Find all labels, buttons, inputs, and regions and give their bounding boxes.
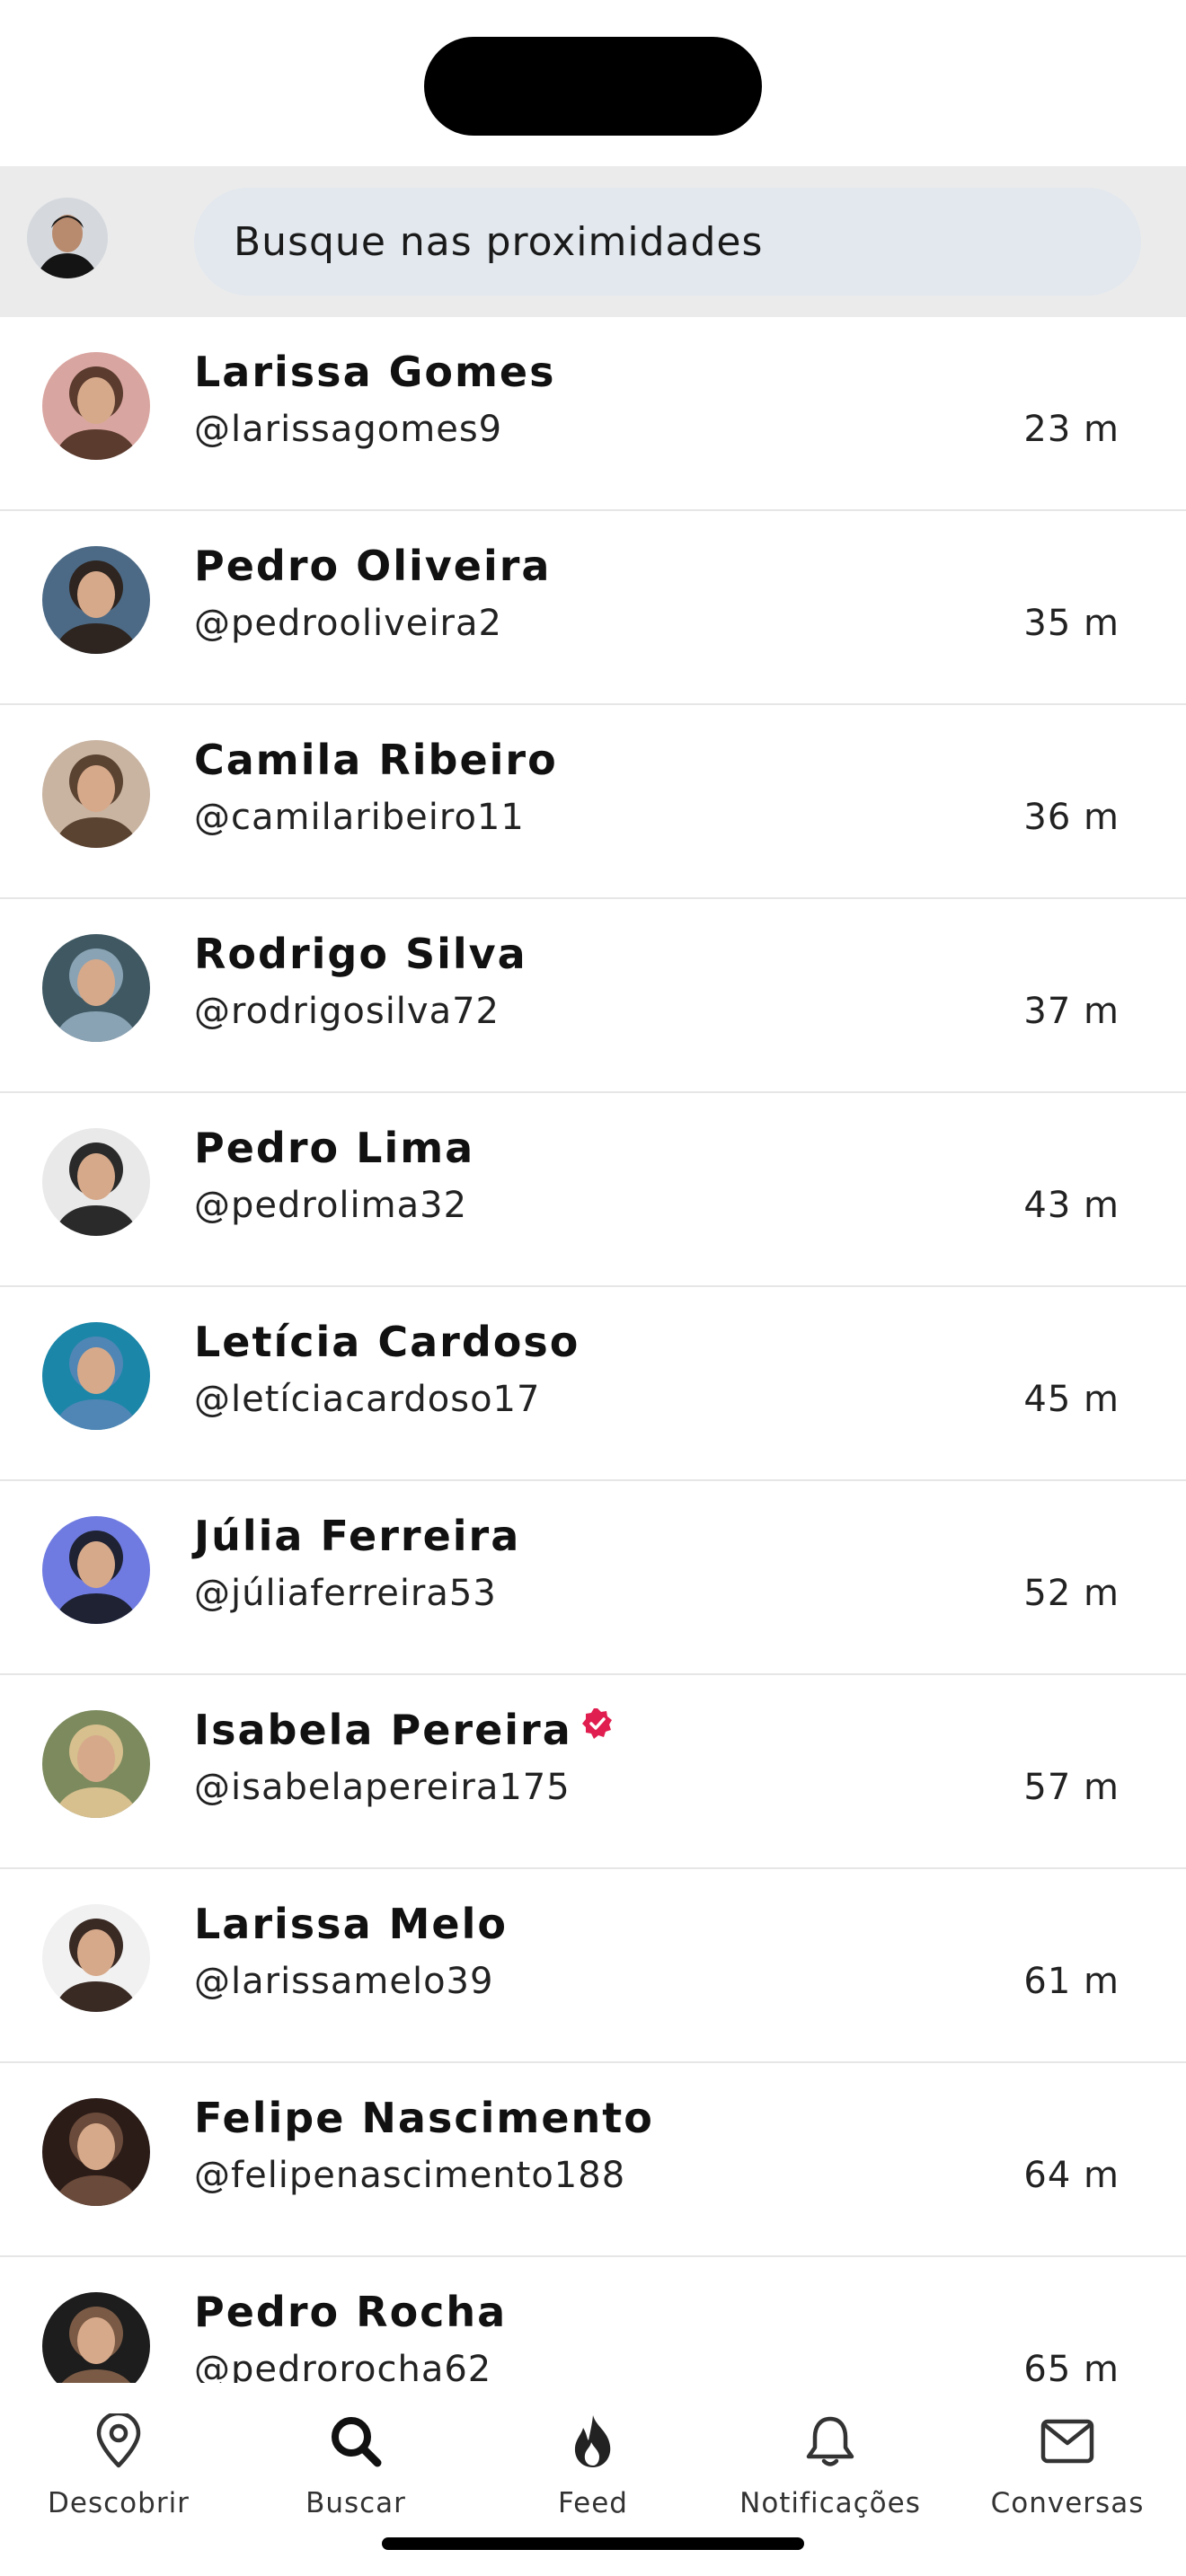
person-row[interactable]: Camila Ribeiro @camilaribeiro11 36 m bbox=[0, 705, 1186, 899]
avatar[interactable] bbox=[42, 934, 150, 1042]
tab-descobrir[interactable]: Descobrir bbox=[0, 2410, 237, 2545]
avatar[interactable] bbox=[42, 1710, 150, 1818]
person-name[interactable]: Larissa Gomes bbox=[194, 348, 556, 396]
person-name-text: Pedro Lima bbox=[194, 1124, 475, 1172]
tab-label: Conversas bbox=[990, 2487, 1145, 2519]
person-handle: @letíciacardoso17 bbox=[194, 1379, 541, 1420]
person-name[interactable]: Júlia Ferreira bbox=[194, 1512, 520, 1560]
person-row[interactable]: Felipe Nascimento @felipenascimento188 64 … bbox=[0, 2063, 1186, 2257]
person-handle: @pedrooliveira2 bbox=[194, 603, 502, 644]
home-indicator bbox=[382, 2537, 804, 2550]
person-handle: @isabelapereira175 bbox=[194, 1767, 571, 1808]
person-handle: @felipenascimento188 bbox=[194, 2155, 626, 2196]
person-handle: @rodrigosilva72 bbox=[194, 991, 500, 1032]
mail-icon bbox=[1036, 2410, 1099, 2473]
person-row[interactable]: Larissa Gomes @larissagomes9 23 m bbox=[0, 317, 1186, 511]
tab-label: Notificações bbox=[739, 2487, 921, 2519]
person-row[interactable]: Pedro Lima @pedrolima32 43 m bbox=[0, 1093, 1186, 1287]
map-pin-icon bbox=[87, 2410, 150, 2473]
person-row[interactable]: Rodrigo Silva @rodrigosilva72 37 m bbox=[0, 899, 1186, 1093]
person-handle: @larissagomes9 bbox=[194, 409, 503, 450]
avatar[interactable] bbox=[42, 546, 150, 654]
dynamic-island bbox=[424, 37, 762, 136]
person-name[interactable]: Letícia Cardoso bbox=[194, 1318, 580, 1366]
person-name-text: Larissa Gomes bbox=[194, 348, 556, 396]
person-row[interactable]: Pedro Rocha @pedrorocha62 65 m bbox=[0, 2257, 1186, 2383]
search-icon bbox=[324, 2410, 387, 2473]
verified-badge-icon bbox=[581, 1701, 614, 1739]
person-handle: @júliaferreira53 bbox=[194, 1573, 497, 1614]
person-name-text: Letícia Cardoso bbox=[194, 1318, 580, 1366]
avatar[interactable] bbox=[42, 1128, 150, 1236]
person-name[interactable]: Isabela Pereira bbox=[194, 1706, 614, 1754]
person-distance: 23 m bbox=[1023, 409, 1120, 450]
tab-conversas[interactable]: Conversas bbox=[949, 2410, 1186, 2545]
tab-notificacoes[interactable]: Notificações bbox=[712, 2410, 949, 2545]
person-distance: 57 m bbox=[1023, 1767, 1120, 1808]
status-bar bbox=[0, 0, 1186, 166]
person-handle: @pedrorocha62 bbox=[194, 2349, 492, 2383]
person-name-text: Isabela Pereira bbox=[194, 1706, 572, 1754]
person-name[interactable]: Felipe Nascimento bbox=[194, 2094, 654, 2142]
bell-icon bbox=[799, 2410, 862, 2473]
person-name-text: Pedro Oliveira bbox=[194, 542, 552, 590]
person-distance: 65 m bbox=[1023, 2349, 1120, 2383]
search-input[interactable]: Busque nas proximidades bbox=[194, 188, 1141, 296]
person-distance: 61 m bbox=[1023, 1961, 1120, 2002]
person-name-text: Rodrigo Silva bbox=[194, 930, 527, 978]
person-name-text: Pedro Rocha bbox=[194, 2288, 508, 2336]
person-distance: 37 m bbox=[1023, 991, 1120, 1032]
avatar[interactable] bbox=[42, 2292, 150, 2383]
person-name[interactable]: Pedro Lima bbox=[194, 1124, 474, 1172]
person-handle: @pedrolima32 bbox=[194, 1185, 468, 1226]
person-distance: 43 m bbox=[1023, 1185, 1120, 1226]
person-handle: @camilaribeiro11 bbox=[194, 797, 525, 838]
person-name[interactable]: Camila Ribeiro bbox=[194, 736, 558, 784]
person-name-text: Camila Ribeiro bbox=[194, 736, 558, 784]
tab-label: Feed bbox=[558, 2487, 628, 2519]
nearby-people-list: Larissa Gomes @larissagomes9 23 m Pedro Oli… bbox=[0, 317, 1186, 2383]
person-handle: @larissamelo39 bbox=[194, 1961, 494, 2002]
person-name[interactable]: Pedro Rocha bbox=[194, 2288, 507, 2336]
person-name-text: Felipe Nascimento bbox=[194, 2094, 654, 2142]
person-name-text: Larissa Melo bbox=[194, 1900, 508, 1948]
my-profile-avatar[interactable] bbox=[27, 198, 108, 278]
person-distance: 52 m bbox=[1023, 1573, 1120, 1614]
search-header: Busque nas proximidades bbox=[0, 166, 1186, 317]
person-row[interactable]: Pedro Oliveira @pedrooliveira2 35 m bbox=[0, 511, 1186, 705]
person-name[interactable]: Larissa Melo bbox=[194, 1900, 508, 1948]
tab-buscar[interactable]: Buscar bbox=[237, 2410, 474, 2545]
tab-label: Descobrir bbox=[48, 2487, 190, 2519]
person-distance: 36 m bbox=[1023, 797, 1120, 838]
avatar[interactable] bbox=[42, 1904, 150, 2012]
person-distance: 35 m bbox=[1023, 603, 1120, 644]
person-distance: 64 m bbox=[1023, 2155, 1120, 2196]
flame-icon bbox=[562, 2410, 624, 2473]
person-row[interactable]: Júlia Ferreira @júliaferreira53 52 m bbox=[0, 1481, 1186, 1675]
tab-label: Buscar bbox=[305, 2487, 406, 2519]
tab-feed[interactable]: Feed bbox=[474, 2410, 712, 2545]
person-name[interactable]: Rodrigo Silva bbox=[194, 930, 527, 978]
person-name-text: Júlia Ferreira bbox=[194, 1512, 521, 1560]
avatar[interactable] bbox=[42, 352, 150, 460]
avatar[interactable] bbox=[42, 2098, 150, 2206]
avatar[interactable] bbox=[42, 740, 150, 848]
avatar[interactable] bbox=[42, 1516, 150, 1624]
person-row[interactable]: Larissa Melo @larissamelo39 61 m bbox=[0, 1869, 1186, 2063]
bottom-tab-bar: Descobrir Buscar Feed Notificações Conve… bbox=[0, 2383, 1186, 2576]
person-distance: 45 m bbox=[1023, 1379, 1120, 1420]
person-row[interactable]: Letícia Cardoso @letíciacardoso17 45 m bbox=[0, 1287, 1186, 1481]
avatar[interactable] bbox=[42, 1322, 150, 1430]
person-row[interactable]: Isabela Pereira @isabelapereira175 57 m bbox=[0, 1675, 1186, 1869]
person-name[interactable]: Pedro Oliveira bbox=[194, 542, 551, 590]
